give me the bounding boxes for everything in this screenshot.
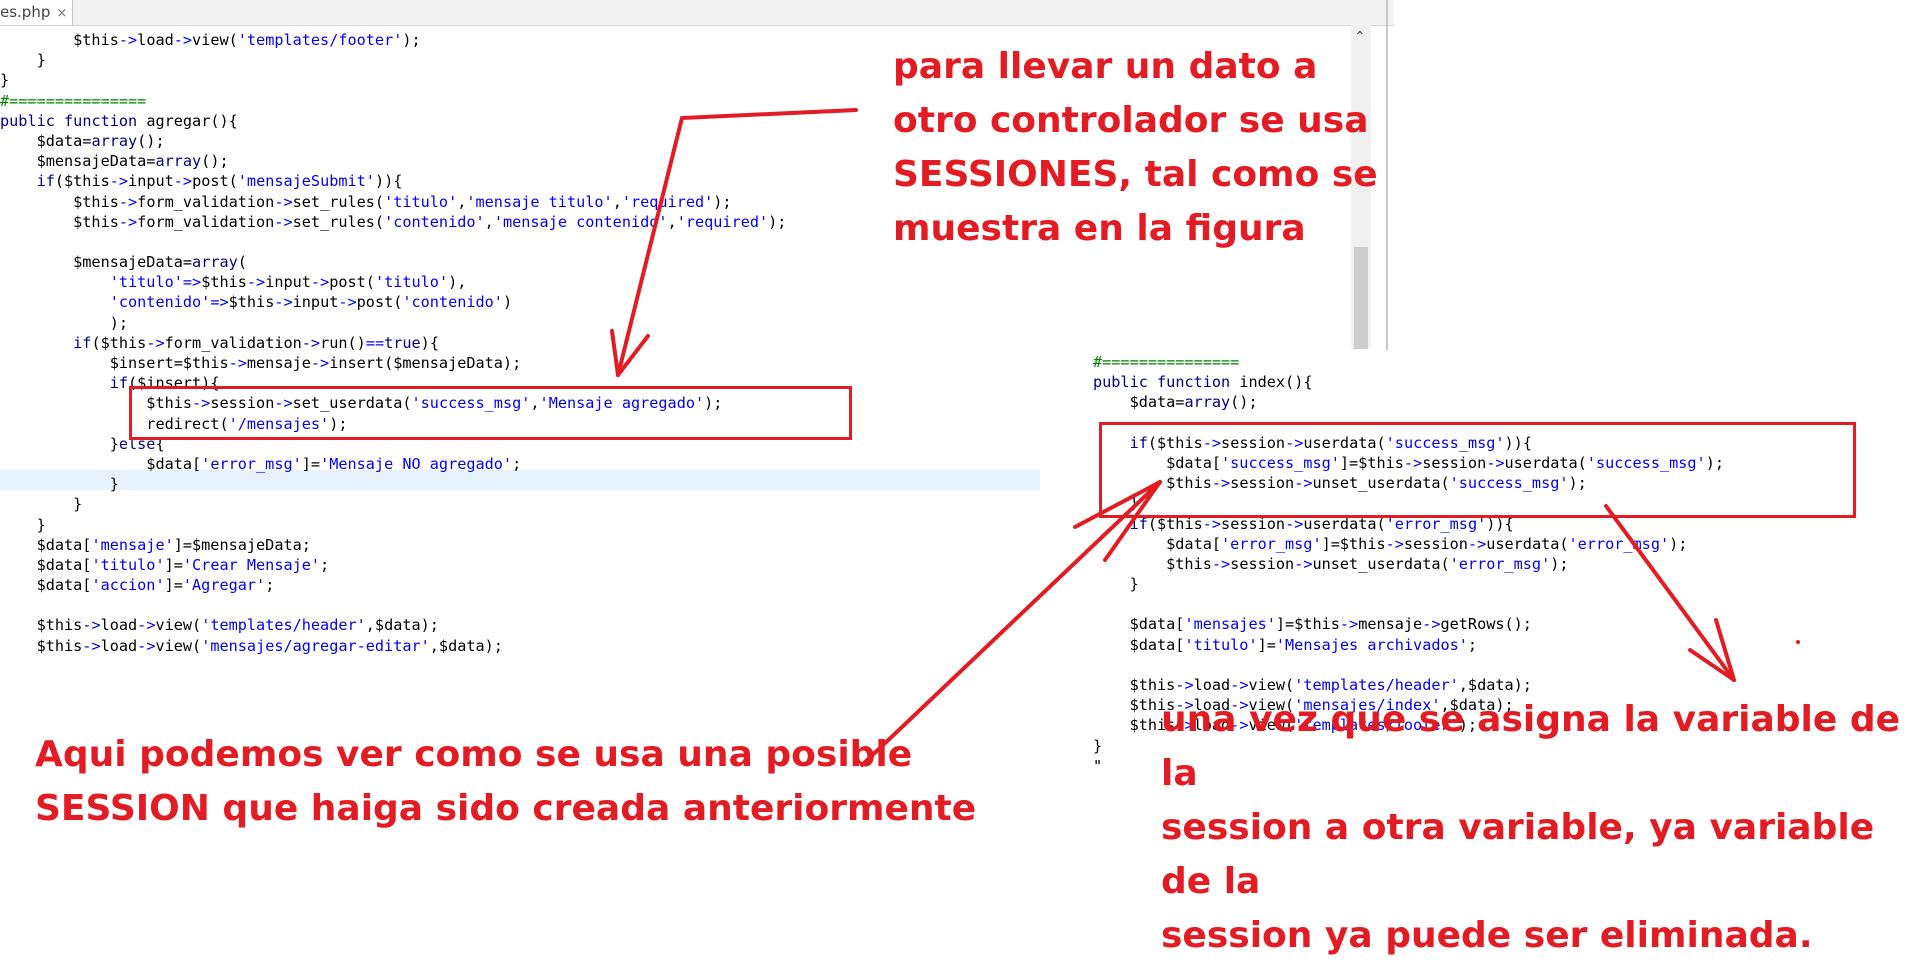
annotation-line: otro controlador se usa [893,100,1369,141]
annotation-line: session ya puede ser eliminada. [1161,915,1813,956]
arrow-to-session-read [860,480,1162,767]
annotation-line: SESSIONES, tal como se [893,154,1378,195]
annotation-top-right: para llevar un dato a otro controlador s… [893,40,1378,256]
annotation-line: para llevar un dato a [893,46,1318,87]
annotation-line: session a otra variable, ya variable de … [1161,807,1875,902]
arrow-head-1a [610,329,620,377]
annotation-bottom-right: una vez que se asigna la variable de la … [1161,693,1920,963]
annotation-line: muestra en la figura [893,208,1306,249]
arrow-to-unset [1604,504,1736,682]
annotation-line: Aqui podemos ver como se usa una posible [35,734,913,775]
stray-dot [1796,640,1800,644]
annotation-line: SESSION que haiga sido creada anteriorme… [35,788,977,829]
annotation-line: una vez que se asigna la variable de la [1161,699,1901,794]
annotation-bottom-left: Aqui podemos ver como se usa una posible… [35,728,976,836]
arrow-to-set-userdata [616,108,858,377]
arrow-head-2b [1103,480,1162,562]
